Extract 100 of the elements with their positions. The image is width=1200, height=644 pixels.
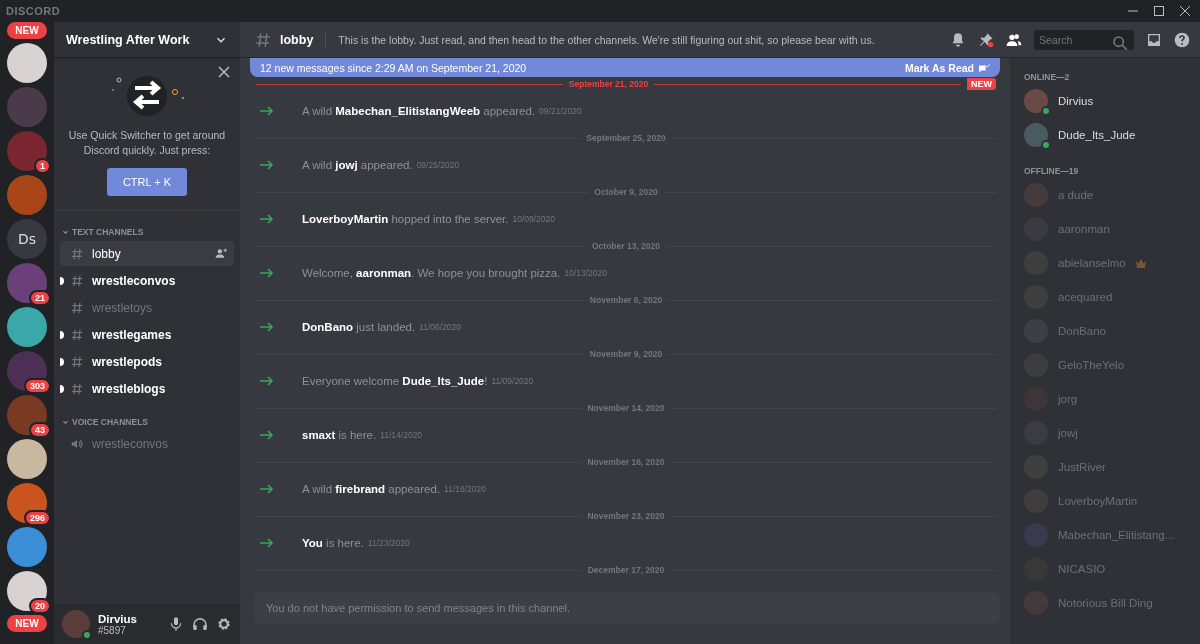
server-icon[interactable] — [7, 527, 47, 567]
add-member-icon[interactable] — [215, 247, 228, 261]
system-message: A wild firebrand appeared. — [302, 483, 441, 495]
arrow-icon — [260, 322, 274, 332]
date-divider: December 17, 2020 — [587, 565, 665, 575]
unread-badge: 43 — [29, 422, 51, 438]
user-tag: #5897 — [98, 624, 160, 636]
arrow-icon — [260, 484, 274, 494]
system-message: Welcome, aaronman. We hope you brought pizza. — [302, 267, 561, 279]
arrow-icon — [260, 430, 274, 440]
channel-topic: This is the lobby. Just read, and then head to the other channels. We're still figuring out shit, so please bear with us. — [337, 33, 876, 46]
close-icon[interactable] — [1180, 6, 1190, 16]
channel-item[interactable]: wrestlegames — [60, 322, 234, 348]
date-divider: November 9, 2020 — [589, 349, 663, 359]
system-message: smaxt is here. — [302, 429, 377, 441]
message-timestamp: 09/21/2020 — [539, 106, 582, 116]
date-divider: November 14, 2020 — [587, 403, 665, 413]
arrow-icon — [260, 268, 274, 278]
server-icon[interactable]: Ds — [7, 219, 47, 259]
hash-icon — [70, 354, 84, 369]
member-group-header: OFFLINE—19 — [1024, 166, 1080, 176]
message-timestamp: 11/06/2020 — [419, 322, 462, 332]
inbox-icon[interactable] — [1146, 31, 1162, 48]
username: Dirvius — [98, 612, 138, 625]
message-timestamp: 11/09/2020 — [491, 376, 534, 386]
member-name[interactable]: Dude_Its_Jude — [1058, 129, 1136, 141]
server-icon[interactable] — [7, 307, 47, 347]
quick-switcher-text: Use Quick Switcher to get around Discord quickly. Just press: — [67, 128, 227, 159]
message-timestamp: 09/25/2020 — [416, 160, 460, 170]
new-messages-bar[interactable]: 12 new messages since 2:29 AM on September 21, 2020 Mark As Read — [250, 58, 1000, 77]
system-message: DonBano just landed. — [302, 321, 416, 333]
hash-icon — [70, 300, 84, 315]
member-name[interactable]: Dirvius — [1058, 95, 1094, 107]
help-icon[interactable] — [1174, 31, 1190, 48]
date-divider: October 13, 2020 — [592, 241, 661, 251]
settings-icon[interactable] — [216, 616, 232, 632]
category-header[interactable]: TEXT CHANNELS — [72, 227, 144, 238]
server-icon[interactable]: 21 — [7, 263, 47, 303]
shortcut-button[interactable]: CTRL + K — [106, 168, 188, 197]
channel-item[interactable]: wrestleblogs — [60, 376, 234, 402]
date-divider: November 6, 2020 — [589, 295, 663, 305]
hash-icon — [254, 30, 272, 49]
microphone-icon[interactable] — [168, 616, 184, 632]
unread-badge: 1 — [34, 158, 51, 174]
system-message: LoverboyMartin hopped into the server. — [302, 213, 509, 225]
new-messages-text: 12 new messages since 2:29 AM on September 21, 2020 — [260, 61, 527, 74]
unread-badge: 303 — [23, 378, 51, 394]
server-icon[interactable]: 303 — [7, 351, 47, 391]
message-timestamp: 11/23/2020 — [367, 538, 410, 548]
hash-icon — [70, 246, 84, 261]
unread-badge: 296 — [23, 510, 51, 526]
arrow-icon — [260, 160, 274, 170]
headphones-icon[interactable] — [192, 616, 208, 632]
channel-item[interactable]: lobby — [60, 241, 234, 267]
member-avatar[interactable] — [1024, 123, 1048, 147]
server-icon[interactable] — [7, 43, 47, 83]
channel-name: lobby — [280, 32, 327, 47]
new-pill[interactable]: NEW — [7, 22, 47, 39]
category-header[interactable]: VOICE CHANNELS — [72, 417, 149, 428]
mark-read-icon — [978, 62, 990, 73]
member-group-header: ONLINE—2 — [1024, 72, 1071, 82]
user-avatar[interactable] — [62, 610, 90, 638]
app-logo: DISCORD — [6, 5, 61, 17]
new-badge: NEW — [967, 78, 996, 90]
search-field[interactable]: Search — [1034, 29, 1134, 50]
pin-icon[interactable] — [978, 31, 994, 48]
member-avatar[interactable] — [1024, 89, 1048, 113]
server-icon[interactable]: 20 — [7, 571, 47, 611]
server-icon[interactable]: 43 — [7, 395, 47, 435]
arrow-icon — [260, 376, 274, 386]
members-icon[interactable] — [1006, 31, 1022, 48]
server-icon[interactable]: 296 — [7, 483, 47, 523]
close-icon[interactable] — [218, 66, 230, 78]
maximize-icon[interactable] — [1154, 6, 1164, 16]
message-timestamp: 10/09/2020 — [512, 214, 555, 224]
server-icon[interactable]: 1 — [7, 131, 47, 171]
bell-icon[interactable] — [950, 31, 966, 48]
server-icon[interactable] — [7, 439, 47, 479]
arrow-icon — [260, 214, 274, 224]
channel-item[interactable]: wrestleconvos — [60, 268, 234, 294]
server-name[interactable]: Wrestling After Work — [66, 32, 190, 47]
hash-icon — [70, 327, 84, 342]
channel-item[interactable]: wrestletoys — [60, 295, 234, 321]
message-timestamp: 10/13/2020 — [564, 268, 607, 278]
arrow-icon — [260, 106, 274, 116]
unread-badge: 20 — [29, 598, 51, 614]
system-message: A wild jowj appeared. — [302, 159, 413, 171]
date-divider: October 9, 2020 — [594, 187, 658, 197]
system-message: A wild Mabechan_ElitistangWeeb appeared. — [302, 105, 536, 117]
channel-item[interactable]: wrestlepods — [60, 349, 234, 375]
system-message: You is here. — [302, 537, 364, 549]
mark-as-read-button[interactable]: Mark As Read — [904, 61, 990, 74]
system-message: Everyone welcome Dude_Its_Jude! — [302, 375, 488, 387]
date-divider: November 16, 2020 — [587, 457, 665, 467]
unread-badge: 21 — [29, 290, 51, 306]
channel-item[interactable]: wrestleconvos — [60, 431, 234, 457]
date-divider: November 23, 2020 — [587, 511, 665, 521]
hash-icon — [70, 381, 84, 396]
new-pill[interactable]: NEW — [7, 615, 47, 632]
arrow-icon — [260, 538, 274, 548]
